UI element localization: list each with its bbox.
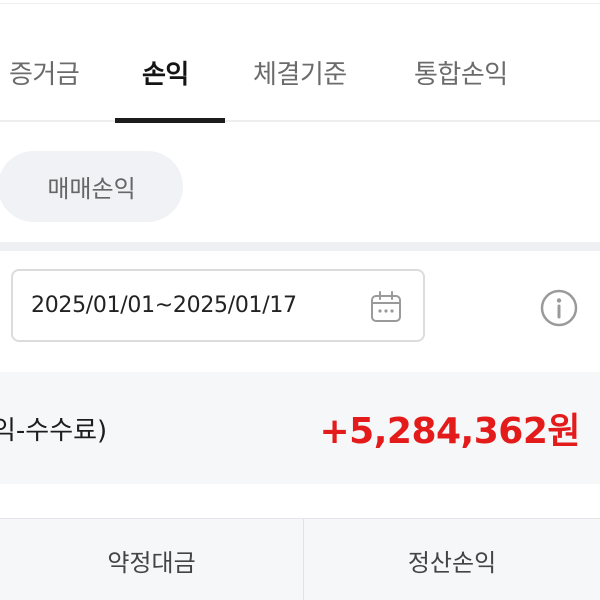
profit-summary: 익-수수료) +5,284,362원 [0,372,600,484]
tab-profit-loss[interactable]: 손익 [142,54,189,120]
info-circle-icon[interactable] [539,288,579,328]
summary-label: 익-수수료) [0,416,108,446]
date-range-field[interactable]: 2025/01/01~2025/01/17 [11,269,425,342]
summary-value: +5,284,362원 [319,411,581,452]
tab-bar: 증거금 손익 체결기준 통합손익 [0,40,600,123]
active-tab-indicator [115,118,225,123]
tab-margin[interactable]: 증거금 [9,54,80,120]
column-header-contract-amount: 약정대금 [0,519,304,600]
date-range-value: 2025/01/01~2025/01/17 [31,293,297,318]
top-strip [0,0,600,4]
section-divider [0,242,600,251]
trade-profit-chip[interactable]: 매매손익 [0,151,183,222]
calendar-icon[interactable] [369,290,403,324]
trade-profit-chip-label: 매매손익 [47,175,136,203]
column-header-settlement-profit: 정산손익 [407,548,497,577]
tab-total-profit-loss[interactable]: 통합손익 [414,54,508,120]
table-header: 약정대금 정산손익 [0,518,600,600]
tab-execution-basis[interactable]: 체결기준 [253,54,347,120]
profit-loss-screen: 증거금 손익 체결기준 통합손익 매매손익 2025/01/01~2025/01… [0,0,600,600]
